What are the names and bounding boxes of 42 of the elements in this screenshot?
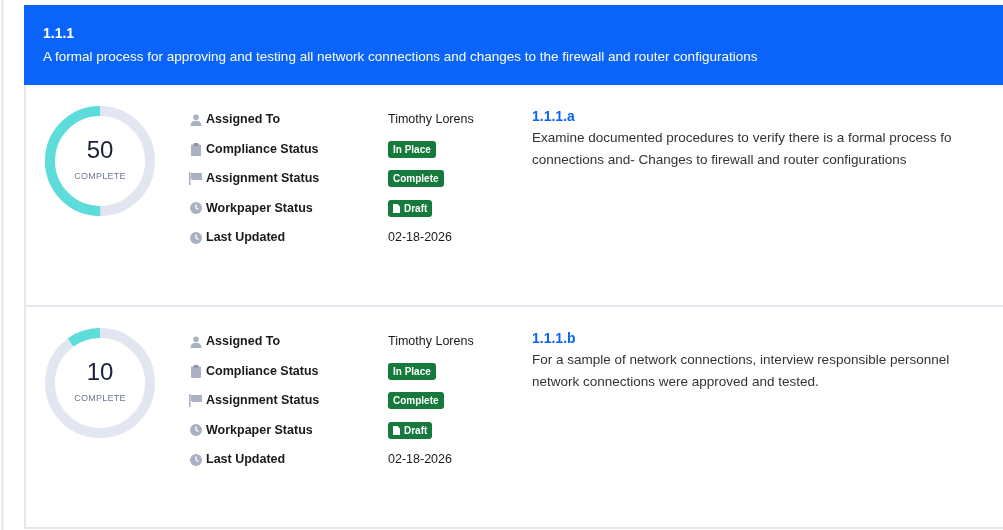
clock-icon <box>189 202 202 215</box>
flag-icon <box>189 394 202 408</box>
clock-icon <box>189 453 202 466</box>
field-label: Compliance Status <box>206 140 320 158</box>
requirement-description: For a sample of network connections, interview responsible personnel network connections were approved and tested. <box>532 351 950 391</box>
person-icon <box>189 113 202 126</box>
percent-label: COMPLETE <box>74 170 126 184</box>
status-badge: In Place <box>388 140 436 158</box>
field-label: Last Updated <box>206 451 287 469</box>
status-badge: Complete <box>388 392 444 410</box>
requirement-link[interactable]: 1.1.1.b <box>532 328 950 349</box>
field-label: Assignment Status <box>206 392 321 410</box>
percent-value: 10 <box>86 360 114 385</box>
clipboard-icon <box>190 364 201 378</box>
field-label: Assigned To <box>206 111 282 129</box>
section-title: A formal process for approving and testing all network connections and changes to the firewall and router configurations <box>43 48 759 66</box>
clipboard-icon <box>190 142 201 156</box>
field-label: Workpaper Status <box>206 199 314 217</box>
requirement-link[interactable]: 1.1.1.a <box>532 106 952 127</box>
document-icon <box>393 425 400 435</box>
clock-icon <box>189 424 202 437</box>
percent-label: COMPLETE <box>74 392 126 406</box>
percent-value: 50 <box>86 138 114 163</box>
status-badge: Complete <box>388 170 444 188</box>
status-badge: In Place <box>388 362 436 380</box>
field-label: Assignment Status <box>206 170 321 188</box>
field-label: Assigned To <box>206 333 282 351</box>
status-badge: Draft <box>388 421 433 439</box>
status-badge: Draft <box>388 199 433 217</box>
field-label: Compliance Status <box>206 362 320 380</box>
field-value: Timothy Lorens <box>388 111 474 129</box>
section-code: 1.1.1 <box>43 24 76 43</box>
field-value: Timothy Lorens <box>388 333 474 351</box>
field-value: 02-18-2026 <box>388 451 452 469</box>
field-label: Last Updated <box>206 229 287 247</box>
flag-icon <box>189 172 202 186</box>
person-icon <box>189 335 202 348</box>
clock-icon <box>189 231 202 244</box>
field-label: Workpaper Status <box>206 421 314 439</box>
requirement-description: Examine documented procedures to verify there is a formal process fo connections and- Changes to firewall and router configurations <box>532 129 952 169</box>
field-value: 02-18-2026 <box>388 229 452 247</box>
document-icon <box>393 203 400 213</box>
